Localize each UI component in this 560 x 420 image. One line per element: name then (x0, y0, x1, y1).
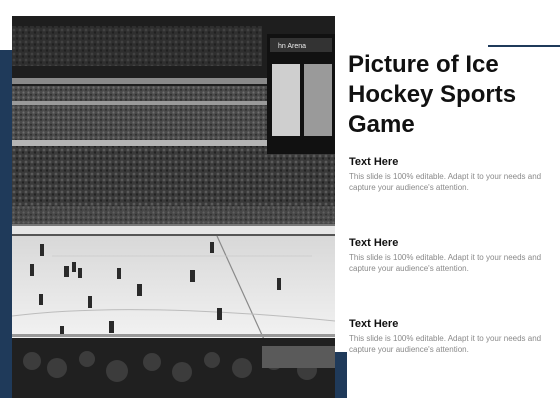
text-section-3: Text Here This slide is 100% editable. A… (349, 318, 549, 355)
section-heading: Text Here (349, 237, 399, 249)
top-accent-line (488, 45, 560, 47)
slide-title: Picture of Ice Hockey Sports Game (348, 51, 517, 138)
right-accent-bar (335, 352, 347, 398)
section-body: This slide is 100% editable. Adapt it to… (349, 334, 542, 354)
section-body: This slide is 100% editable. Adapt it to… (349, 253, 542, 273)
arena-image: hn Arena (12, 16, 335, 398)
section-heading: Text Here (349, 318, 399, 330)
left-accent-bar (0, 50, 12, 398)
section-body: This slide is 100% editable. Adapt it to… (349, 172, 542, 192)
section-heading: Text Here (349, 156, 399, 168)
arena-sign-text: hn Arena (278, 43, 306, 50)
slide: hn Arena Picture of Ice Hockey Sports Ga… (0, 0, 560, 420)
text-section-1: Text Here This slide is 100% editable. A… (349, 156, 549, 193)
hockey-arena-photo: hn Arena (12, 16, 335, 398)
text-section-2: Text Here This slide is 100% editable. A… (349, 237, 549, 274)
